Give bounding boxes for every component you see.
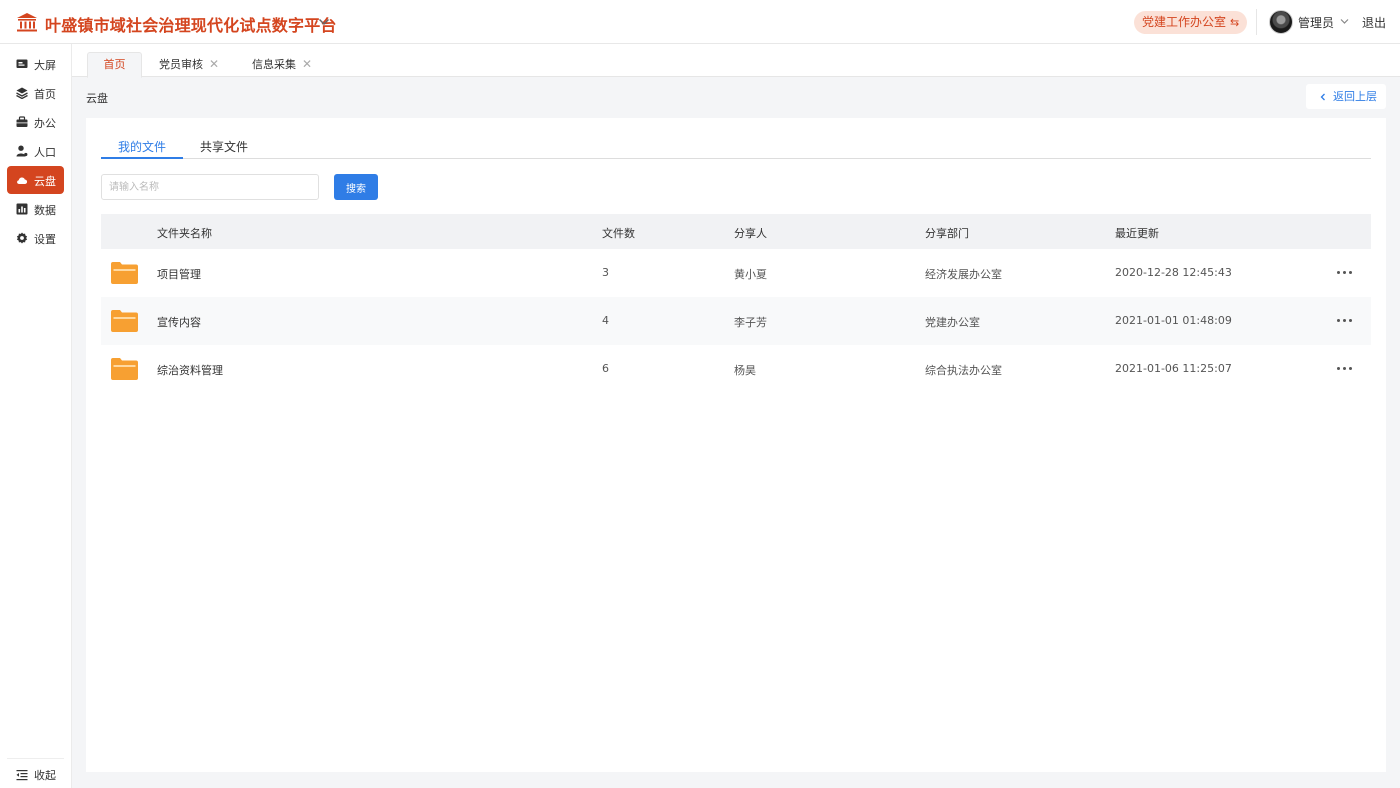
user-name[interactable]: 管理员 xyxy=(1298,14,1334,31)
table-row[interactable]: 项目管理 3 黄小夏 经济发展办公室 2020-12-28 12:45:43 xyxy=(101,249,1371,297)
sidebar-item-label: 数据 xyxy=(34,204,56,217)
briefcase-icon xyxy=(16,116,28,127)
more-actions-icon[interactable] xyxy=(1335,360,1355,376)
chevron-left-icon xyxy=(1320,93,1325,101)
table-row[interactable]: 综治资料管理 6 杨昊 综合执法办公室 2021-01-06 11:25:07 xyxy=(101,345,1371,393)
indent-icon xyxy=(16,770,28,781)
folder-icon xyxy=(111,262,138,284)
sidebar-item-label: 人口 xyxy=(34,146,56,159)
folder-icon xyxy=(111,358,138,380)
sidebar-item-data[interactable]: 数据 xyxy=(7,195,64,223)
cloud-icon xyxy=(17,177,28,184)
table-row[interactable]: 宣传内容 4 李子芳 党建办公室 2021-01-01 01:48:09 xyxy=(101,297,1371,345)
tab-home[interactable]: 首页 xyxy=(87,52,142,78)
updated-time: 2021-01-06 11:25:07 xyxy=(1115,362,1232,375)
logout-button[interactable]: 退出 xyxy=(1362,14,1386,31)
updated-time: 2021-01-01 01:48:09 xyxy=(1115,314,1232,327)
sidebar-item-home[interactable]: 首页 xyxy=(7,79,64,107)
screen-icon xyxy=(16,59,28,68)
department-switch-button[interactable]: 党建工作办公室 ⇆ xyxy=(1134,11,1248,34)
sidebar-item-population[interactable]: 人口 xyxy=(7,137,64,165)
updated-time: 2020-12-28 12:45:43 xyxy=(1115,266,1232,279)
chart-icon xyxy=(16,203,28,215)
chevron-down-icon[interactable] xyxy=(318,17,330,27)
sidebar-item-label: 首页 xyxy=(34,88,56,101)
sidebar-item-label: 设置 xyxy=(34,233,56,246)
folder-name[interactable]: 综治资料管理 xyxy=(157,362,223,378)
tab-info-collection[interactable]: 信息采集 ✕ xyxy=(252,52,312,78)
close-icon[interactable]: ✕ xyxy=(302,52,312,76)
department: 综合执法办公室 xyxy=(925,364,1002,377)
tab-label: 党员审核 xyxy=(159,58,203,71)
file-panel: 我的文件 共享文件 搜索 文件夹名称 文件数 分享人 分享部门 最近更新 项目管… xyxy=(86,118,1386,772)
file-count: 6 xyxy=(602,362,609,375)
department: 经济发展办公室 xyxy=(925,268,1002,281)
breadcrumb: 云盘 xyxy=(86,92,108,105)
person-icon xyxy=(16,145,28,157)
sidebar-item-cloud-disk[interactable]: 云盘 xyxy=(7,166,64,194)
tab-member-review[interactable]: 党员审核 ✕ xyxy=(159,52,219,78)
search-input[interactable] xyxy=(101,174,319,200)
tab-divider xyxy=(101,158,1371,159)
more-actions-icon[interactable] xyxy=(1335,264,1355,280)
folder-icon xyxy=(111,310,138,332)
sidebar-item-office[interactable]: 办公 xyxy=(7,108,64,136)
tab-label: 首页 xyxy=(103,58,126,71)
column-header-department: 分享部门 xyxy=(925,227,969,240)
gear-icon xyxy=(16,232,28,244)
close-icon[interactable]: ✕ xyxy=(209,52,219,76)
avatar[interactable] xyxy=(1269,10,1293,34)
column-header-sharer: 分享人 xyxy=(734,227,767,240)
bank-logo-icon xyxy=(17,13,37,32)
file-count: 3 xyxy=(602,266,609,279)
sharer: 李子芳 xyxy=(734,316,767,329)
sharer: 黄小夏 xyxy=(734,268,767,281)
collapse-sidebar-button[interactable]: 收起 xyxy=(7,764,64,786)
file-count: 4 xyxy=(602,314,609,327)
top-header: 叶盛镇市域社会治理现代化试点数字平台 党建工作办公室 ⇆ 管理员 退出 xyxy=(0,0,1400,44)
chevron-down-icon[interactable] xyxy=(1340,18,1349,25)
department: 党建办公室 xyxy=(925,316,980,329)
back-button[interactable]: 返回上层 xyxy=(1306,84,1386,109)
more-actions-icon[interactable] xyxy=(1335,312,1355,328)
sidebar-item-label: 办公 xyxy=(34,117,56,130)
folder-name[interactable]: 宣传内容 xyxy=(157,314,201,330)
column-header-count: 文件数 xyxy=(602,227,635,240)
page-tab-strip: 首页 党员审核 ✕ 信息采集 ✕ xyxy=(72,44,1400,78)
tab-my-files[interactable]: 我的文件 xyxy=(118,138,166,155)
sidebar-item-settings[interactable]: 设置 xyxy=(7,224,64,252)
column-header-updated: 最近更新 xyxy=(1115,227,1159,240)
column-header-name: 文件夹名称 xyxy=(157,227,212,240)
sidebar: 大屏 首页 办公 人口 云盘 数据 设置 收起 xyxy=(0,44,72,788)
table-header: 文件夹名称 文件数 分享人 分享部门 最近更新 xyxy=(101,214,1371,249)
sidebar-item-label: 云盘 xyxy=(34,175,56,188)
tab-label: 信息采集 xyxy=(252,58,296,71)
sharer: 杨昊 xyxy=(734,364,756,377)
back-label: 返回上层 xyxy=(1333,90,1377,103)
sidebar-divider xyxy=(7,758,64,759)
layers-icon xyxy=(16,87,28,99)
active-tab-indicator xyxy=(101,157,183,159)
search-button[interactable]: 搜索 xyxy=(334,174,378,200)
swap-icon: ⇆ xyxy=(1230,16,1240,29)
sidebar-item-label: 大屏 xyxy=(34,59,56,72)
app-title: 叶盛镇市域社会治理现代化试点数字平台 xyxy=(45,16,337,35)
header-divider xyxy=(1256,9,1257,35)
department-label: 党建工作办公室 xyxy=(1142,15,1227,29)
sidebar-item-screen[interactable]: 大屏 xyxy=(7,50,64,78)
folder-name[interactable]: 项目管理 xyxy=(157,266,201,282)
tab-shared-files[interactable]: 共享文件 xyxy=(200,138,248,155)
collapse-label: 收起 xyxy=(34,769,56,782)
